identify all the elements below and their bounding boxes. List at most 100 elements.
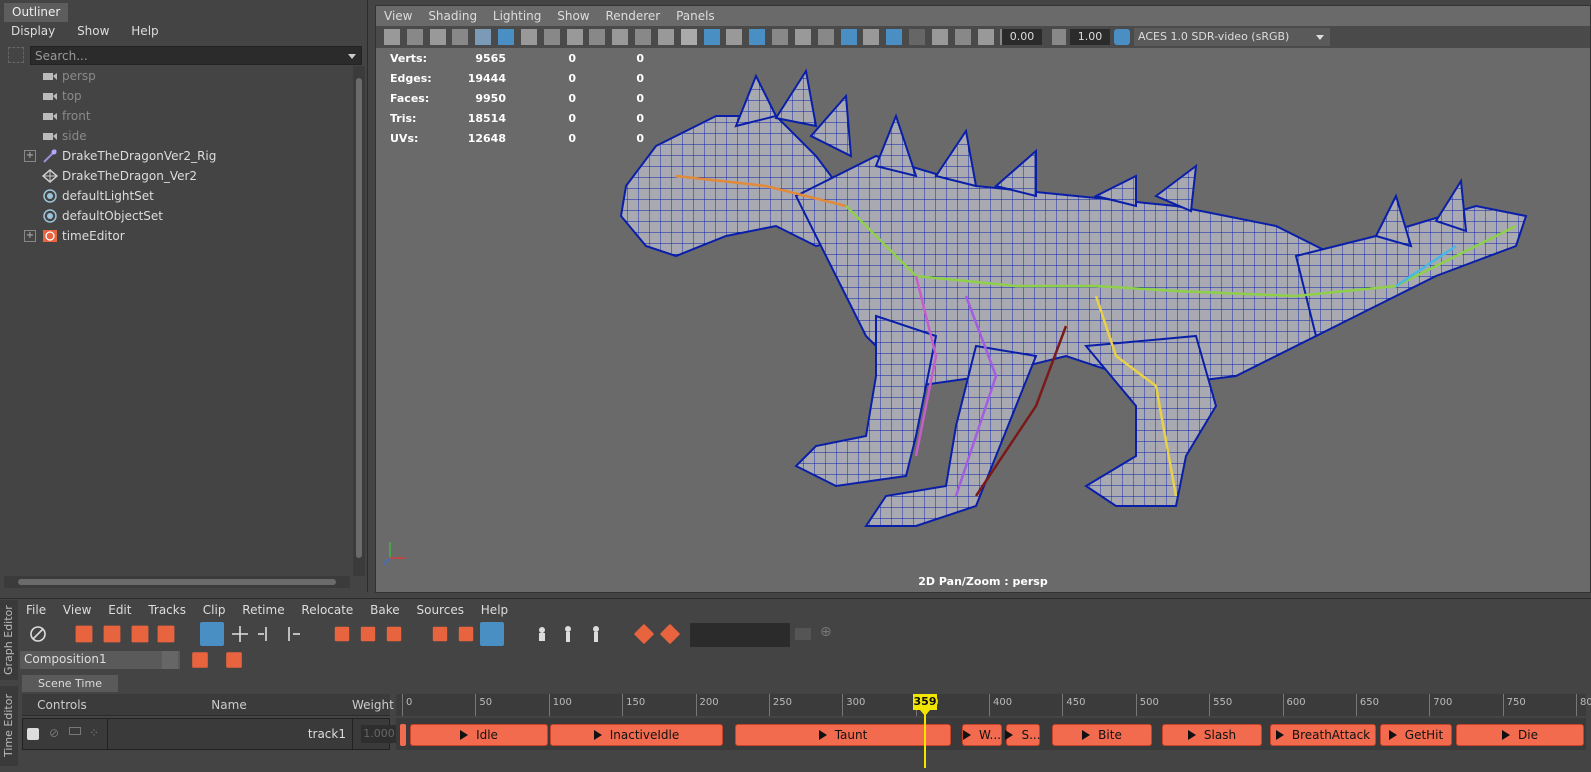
isolate-select-icon[interactable] <box>931 29 948 45</box>
camera-attributes-icon[interactable] <box>406 29 423 45</box>
outliner-tab[interactable]: Outliner <box>4 3 69 22</box>
scale-icon[interactable] <box>360 626 376 642</box>
outliner-item-mesh[interactable]: DrakeTheDragon_Ver2 <box>0 166 350 186</box>
lights-icon[interactable] <box>794 29 811 45</box>
viewport-panel[interactable]: View Shading Lighting Show Renderer Pane… <box>375 5 1591 593</box>
scrollbar-thumb[interactable] <box>356 78 362 558</box>
cycle-icon[interactable] <box>458 626 474 642</box>
vertical-scrollbar[interactable] <box>353 66 365 576</box>
menu-clip[interactable]: Clip <box>203 603 226 617</box>
hold-icon[interactable] <box>432 626 448 642</box>
clip-inactiveidle[interactable]: InactiveIdle <box>550 724 723 746</box>
clip-bite[interactable]: Bite <box>1052 724 1152 746</box>
hud-icon[interactable] <box>954 29 971 45</box>
menu-relocate[interactable]: Relocate <box>301 603 353 617</box>
character-icon[interactable] <box>556 622 580 646</box>
move-tool-icon[interactable] <box>228 622 252 646</box>
grease-pencil-icon[interactable] <box>498 29 515 45</box>
gate-mask-icon[interactable] <box>589 29 606 45</box>
new-composition-icon[interactable] <box>192 652 208 668</box>
shadows-icon[interactable] <box>817 29 834 45</box>
xray-joints-icon[interactable] <box>863 29 880 45</box>
film-gate-icon[interactable] <box>543 29 560 45</box>
camera-attributes-2-icon[interactable] <box>977 29 994 45</box>
add-track-icon[interactable] <box>103 625 121 643</box>
menu-retime[interactable]: Retime <box>242 603 284 617</box>
menu-edit[interactable]: Edit <box>108 603 131 617</box>
color-space-select[interactable]: ACES 1.0 SDR-video (sRGB) <box>1134 28 1330 46</box>
textured-icon[interactable] <box>772 29 789 45</box>
relocator-icon[interactable] <box>530 622 554 646</box>
expand-icon[interactable]: + <box>24 150 36 162</box>
dragon-model[interactable] <box>616 56 1536 566</box>
expand-icon[interactable]: + <box>24 230 36 242</box>
gamma-field[interactable]: 1.00 <box>1070 29 1110 45</box>
frame-field[interactable] <box>690 623 790 647</box>
outliner-item-persp[interactable]: persp <box>0 66 350 86</box>
track-checkbox[interactable] <box>27 728 39 740</box>
menu-shading[interactable]: Shading <box>428 9 477 23</box>
snap-icon[interactable] <box>480 622 504 646</box>
bookmark-icon[interactable] <box>429 29 446 45</box>
menu-tracks[interactable]: Tracks <box>148 603 186 617</box>
menu-lighting[interactable]: Lighting <box>493 9 542 23</box>
clip-fragment[interactable] <box>400 724 406 746</box>
clip-w[interactable]: W... <box>962 724 1002 746</box>
color-management-icon[interactable] <box>1114 29 1130 45</box>
loop-icon[interactable] <box>386 626 402 642</box>
ungroup-icon[interactable] <box>157 625 175 643</box>
current-frame-marker[interactable]: 359 <box>913 694 937 710</box>
character-add-icon[interactable] <box>584 622 608 646</box>
field-chart-icon[interactable] <box>612 29 629 45</box>
outliner-item-side[interactable]: side <box>0 126 350 146</box>
composition-options-icon[interactable] <box>226 652 242 668</box>
composition-select[interactable]: Composition1 <box>20 651 180 669</box>
xray-icon[interactable] <box>840 29 857 45</box>
outliner-item-front[interactable]: front <box>0 106 350 126</box>
menu-help[interactable]: Help <box>481 603 508 617</box>
ambient-occlusion-icon[interactable] <box>886 29 903 45</box>
menu-panels[interactable]: Panels <box>676 9 715 23</box>
menu-bake[interactable]: Bake <box>370 603 400 617</box>
search-field[interactable]: Search... <box>30 46 362 65</box>
motion-blur-icon[interactable] <box>909 29 926 45</box>
menu-view[interactable]: View <box>384 9 412 23</box>
wireframe-on-shaded-icon[interactable] <box>749 29 766 45</box>
image-plane-icon[interactable] <box>452 29 469 45</box>
menu-display[interactable]: Display <box>11 24 55 38</box>
smooth-shade-icon[interactable] <box>703 29 720 45</box>
outliner-item-objectset[interactable]: defaultObjectSet <box>0 206 350 226</box>
menu-help[interactable]: Help <box>131 24 158 38</box>
clip-slash[interactable]: Slash <box>1162 724 1262 746</box>
mute-icon[interactable] <box>26 622 50 646</box>
solo-track-icon[interactable]: ⁘ <box>89 726 99 740</box>
menu-show[interactable]: Show <box>77 24 109 38</box>
clip-s[interactable]: S... <box>1005 724 1041 746</box>
menu-renderer[interactable]: Renderer <box>605 9 660 23</box>
tab-graph-editor[interactable]: Graph Editor <box>0 600 18 680</box>
track-row[interactable]: ⊘ ⁘ track1 1.000 <box>22 718 397 750</box>
pan-zoom-icon[interactable] <box>475 29 492 45</box>
menu-sources[interactable]: Sources <box>416 603 463 617</box>
chevron-down-icon[interactable] <box>1316 35 1324 40</box>
outliner-item-top[interactable]: top <box>0 86 350 106</box>
chevron-down-icon[interactable] <box>348 54 356 59</box>
exposure-field[interactable]: 0.00 <box>1002 29 1042 45</box>
default-material-icon[interactable] <box>726 29 743 45</box>
chevron-down-icon[interactable] <box>162 651 178 669</box>
safe-title-icon[interactable] <box>657 29 674 45</box>
lock-track-icon[interactable] <box>69 727 81 735</box>
filter-icon[interactable] <box>8 47 24 63</box>
split-right-icon[interactable] <box>280 622 304 646</box>
scrollbar-thumb[interactable] <box>18 579 336 585</box>
track-weight-field[interactable]: 1.000 <box>361 725 397 743</box>
trim-tool-icon[interactable] <box>200 622 224 646</box>
camera-select-icon[interactable] <box>384 29 400 45</box>
add-clip-icon[interactable] <box>75 625 93 643</box>
outliner-item-rig[interactable]: + DrakeTheDragonVer2_Rig <box>0 146 350 166</box>
group-icon[interactable] <box>131 625 149 643</box>
clip-breathattack[interactable]: BreathAttack <box>1270 724 1376 746</box>
menu-view[interactable]: View <box>63 603 91 617</box>
resolution-gate-icon[interactable] <box>566 29 583 45</box>
gamma-icon[interactable] <box>1052 29 1066 45</box>
